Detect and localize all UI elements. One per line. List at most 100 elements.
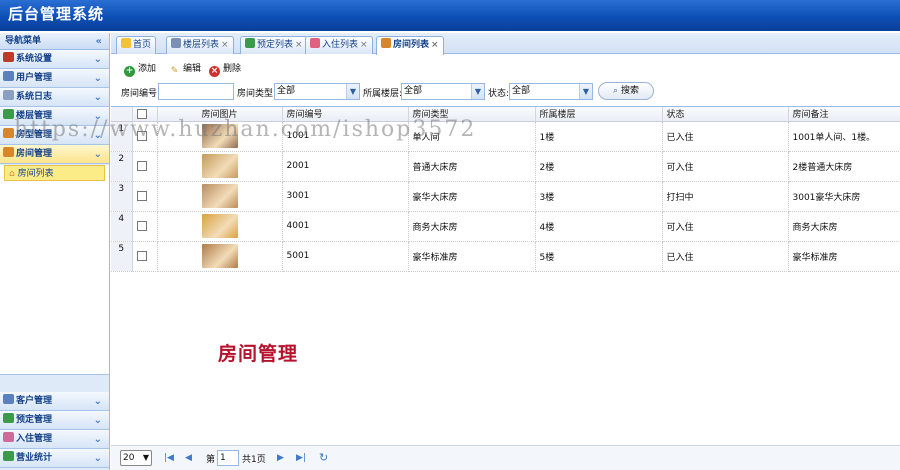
column-header[interactable]: 房间备注	[788, 107, 900, 122]
room-type-select[interactable]: 全部 ▼	[274, 83, 360, 100]
next-page-icon[interactable]: ▶	[277, 453, 284, 463]
close-icon[interactable]: ×	[221, 40, 229, 50]
add-button[interactable]: + 添加	[124, 60, 156, 78]
cell-floor: 5楼	[535, 241, 663, 272]
tab-clock[interactable]: 预定列表 ×	[240, 36, 308, 54]
delete-button[interactable]: × 删除	[209, 60, 241, 78]
sidebar-item[interactable]: 房间管理 ⌄	[0, 145, 109, 164]
status-label: 状态:	[488, 89, 510, 99]
collapse-sidebar-icon[interactable]: «	[96, 33, 102, 50]
tab-label: 入住列表	[322, 40, 359, 50]
column-header[interactable]: 所属楼层	[535, 107, 663, 122]
expand-chevron-icon: ⌄	[93, 92, 102, 103]
floor-select[interactable]: 全部 ▼	[401, 83, 485, 100]
table-row[interactable]: 5 5001 豪华标准房 5楼 已入住 豪华标准房	[111, 241, 900, 272]
edit-button[interactable]: ✎ 编辑	[169, 60, 201, 78]
table-body: 1 1001 单人间 1楼 已入住 1001单人间、1楼。 2 2001 普通大床房 2楼 可入住 2…	[111, 121, 900, 272]
sidebar-item-room-list[interactable]: ⌂ 房间列表	[4, 165, 105, 181]
row-select-cell	[132, 151, 158, 182]
sidebar-item-label: 用户管理	[16, 73, 53, 83]
last-page-icon[interactable]: ▶|	[296, 453, 306, 463]
close-icon[interactable]: ×	[431, 40, 439, 50]
chevron-down-icon: ▼	[579, 84, 592, 99]
cell-note: 商务大床房	[788, 211, 900, 242]
search-button[interactable]: ⌕ 搜索	[598, 82, 654, 100]
row-checkbox[interactable]	[136, 160, 147, 171]
sidebar-item[interactable]: 预定管理 ⌄	[0, 411, 109, 430]
sidebar-item-label: 系统日志	[16, 92, 53, 102]
table-row[interactable]: 2 2001 普通大床房 2楼 可入住 2楼普通大床房	[111, 151, 900, 182]
room-image-cell	[157, 241, 283, 272]
watermark: https://www.huzhan.com/ishop3572	[14, 117, 477, 142]
tab-building[interactable]: 楼层列表 ×	[166, 36, 234, 54]
row-checkbox[interactable]	[136, 250, 147, 261]
sidebar-item[interactable]: 用户管理 ⌄	[0, 69, 109, 88]
menu-icon	[3, 109, 14, 119]
cell-room-no: 2001	[282, 151, 409, 182]
sidebar-item[interactable]: 系统日志 ⌄	[0, 88, 109, 107]
close-icon[interactable]: ×	[360, 40, 368, 50]
tab-bar: 首页 楼层列表 × 预定列表 × 入住列表 × 房间列表 ×	[111, 33, 900, 55]
sidebar-item-label: 入住管理	[16, 434, 53, 444]
chevron-down-icon: ▼	[471, 84, 484, 99]
status-select[interactable]: 全部 ▼	[509, 83, 593, 100]
sidebar-item-label: 营业统计	[16, 453, 53, 463]
sidebar-title: 导航菜单	[5, 36, 42, 46]
table-row[interactable]: 4 4001 商务大床房 4楼 可入住 商务大床房	[111, 211, 900, 242]
status-value: 全部	[512, 86, 531, 96]
close-icon[interactable]: ×	[295, 40, 303, 50]
row-select-cell	[132, 211, 158, 242]
row-checkbox[interactable]	[136, 190, 147, 201]
expand-chevron-icon: ⌄	[93, 54, 102, 65]
room-photo	[201, 244, 238, 268]
first-page-icon[interactable]: |◀	[164, 453, 174, 463]
room-number-input[interactable]	[158, 83, 234, 100]
sidebar-item[interactable]: 营业统计 ⌄	[0, 449, 109, 468]
sidebar-item[interactable]: 客户管理 ⌄	[0, 392, 109, 411]
caption-text: 房间管理	[218, 343, 299, 365]
lightbulb-icon	[121, 38, 131, 48]
tab-heart[interactable]: 入住列表 ×	[305, 36, 373, 54]
cell-room-no: 4001	[282, 211, 409, 242]
column-header[interactable]: 状态	[662, 107, 789, 122]
sidebar-submenu: ⌂ 房间列表	[0, 165, 109, 375]
tab-lightbulb[interactable]: 首页	[116, 36, 157, 54]
cell-status: 可入住	[662, 211, 789, 242]
floor-label: 所属楼层:	[363, 89, 403, 99]
sidebar-item-label: 房间管理	[16, 149, 53, 159]
sidebar-bottom-menu: 客户管理 ⌄ 预定管理 ⌄ 入住管理 ⌄ 营业统计 ⌄	[0, 392, 109, 468]
chevron-down-icon: ▼	[346, 84, 359, 99]
room-image-cell	[157, 181, 283, 212]
menu-icon	[3, 394, 14, 404]
house-icon: ⌂	[9, 169, 18, 179]
cell-status: 已入住	[662, 121, 789, 152]
row-number: 4	[111, 211, 133, 242]
page-size-select[interactable]: 20 ▼	[120, 450, 152, 466]
tab-label: 楼层列表	[183, 40, 220, 50]
expand-chevron-icon: ⌄	[93, 396, 102, 407]
refresh-icon[interactable]: ↻	[319, 451, 328, 464]
cell-note: 2楼普通大床房	[788, 151, 900, 182]
menu-icon	[3, 413, 14, 423]
page-number-input[interactable]: 1	[217, 450, 239, 466]
expand-chevron-icon: ⌄	[93, 73, 102, 84]
sidebar-menu: 系统设置 ⌄ 用户管理 ⌄ 系统日志 ⌄ 楼层管理 ⌄ 房型管理 ⌄ 房间管理 ⌄ ⌂ 房间列表	[0, 50, 109, 375]
cell-type: 商务大床房	[408, 211, 536, 242]
tab-label: 预定列表	[257, 40, 294, 50]
row-number: 3	[111, 181, 133, 212]
room-photo	[201, 184, 238, 208]
delete-icon: ×	[209, 66, 220, 77]
prev-page-icon[interactable]: ◀	[185, 453, 192, 463]
cell-type: 普通大床房	[408, 151, 536, 182]
page-size-value: 20	[123, 453, 135, 463]
tab-house[interactable]: 房间列表 ×	[376, 36, 444, 55]
sidebar-item[interactable]: 入住管理 ⌄	[0, 430, 109, 449]
sidebar-item[interactable]: 系统设置 ⌄	[0, 50, 109, 69]
cell-room-no: 3001	[282, 181, 409, 212]
row-checkbox[interactable]	[136, 220, 147, 231]
table-row[interactable]: 3 3001 豪华大床房 3楼 打扫中 3001豪华大床房	[111, 181, 900, 212]
search-icon: ⌕	[613, 86, 619, 96]
sidebar-item-label: 客户管理	[16, 396, 53, 406]
sidebar-subitem-label: 房间列表	[17, 169, 54, 179]
room-table: 房间图片 房间编号 房间类型 所属楼层 状态 房间备注 1 1001 单人间 1楼 已入…	[111, 106, 900, 446]
